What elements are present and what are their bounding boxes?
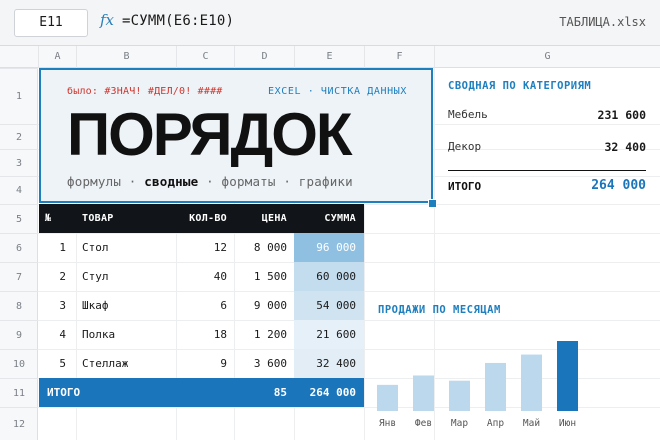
header-sum[interactable]: СУММА bbox=[324, 204, 356, 233]
row-number: 3 bbox=[59, 299, 66, 312]
column-header-b[interactable]: B bbox=[76, 46, 176, 68]
column-header-a[interactable]: A bbox=[38, 46, 76, 68]
chart-tick-label: Янв bbox=[379, 418, 396, 429]
error-codes: было: #ЗНАЧ! #ДЕЛ/0! #### bbox=[67, 86, 223, 97]
column-header-c[interactable]: C bbox=[176, 46, 234, 68]
chart-title: ПРОДАЖИ ПО МЕСЯЦАМ bbox=[378, 304, 501, 316]
chart-bar-Янв[interactable] bbox=[377, 384, 398, 411]
column-header-f[interactable]: F bbox=[364, 46, 434, 68]
table-row[interactable]: 1 Стол 12 8 000 96 000 bbox=[39, 233, 364, 262]
formula-input[interactable]: =СУММ(E6:E10) bbox=[122, 13, 234, 29]
item-price: 1 200 bbox=[253, 328, 287, 341]
item-name: Стол bbox=[82, 241, 109, 254]
item-qty: 12 bbox=[213, 241, 227, 254]
item-name: Полка bbox=[82, 328, 116, 341]
row-header-5[interactable]: 5 bbox=[0, 204, 38, 233]
chart-tick-label: Июн bbox=[559, 418, 576, 429]
row-header-6[interactable]: 6 bbox=[0, 233, 38, 262]
row-number: 4 bbox=[59, 328, 66, 341]
header-qty[interactable]: КОЛ-ВО bbox=[189, 204, 227, 233]
header-price[interactable]: ЦЕНА bbox=[262, 204, 287, 233]
chart-bar-Июн[interactable] bbox=[557, 341, 578, 411]
header-number[interactable]: № bbox=[45, 204, 51, 233]
row-header-11[interactable]: 11 bbox=[0, 378, 38, 407]
chart-tick-label: Апр bbox=[487, 418, 504, 429]
item-price: 9 000 bbox=[253, 299, 287, 312]
pivot-label-decor: Декор bbox=[448, 140, 482, 153]
item-price: 3 600 bbox=[253, 357, 287, 370]
item-price: 1 500 bbox=[253, 270, 287, 283]
name-box[interactable]: E11 bbox=[14, 9, 88, 37]
fill-handle[interactable] bbox=[428, 199, 437, 208]
item-qty: 9 bbox=[220, 357, 227, 370]
total-label: ИТОГО bbox=[47, 386, 81, 399]
row-number: 5 bbox=[59, 357, 66, 370]
item-qty: 18 bbox=[213, 328, 227, 341]
pivot-title: СВОДНАЯ ПО КАТЕГОРИЯМ bbox=[448, 80, 592, 92]
pivot-divider bbox=[448, 170, 646, 171]
row-header-12[interactable]: 12 bbox=[0, 407, 38, 440]
pivot-total-label: ИТОГО bbox=[448, 180, 482, 193]
header-item[interactable]: ТОВАР bbox=[82, 204, 114, 233]
sales-chart[interactable]: Янв Фев Мар Апр Май Июн bbox=[368, 318, 660, 440]
total-qty: 85 bbox=[273, 386, 287, 399]
item-sum: 21 600 bbox=[316, 328, 356, 341]
item-qty: 6 bbox=[220, 299, 227, 312]
item-name: Шкаф bbox=[82, 299, 109, 312]
hero-card[interactable]: было: #ЗНАЧ! #ДЕЛ/0! #### EXCEL · ЧИСТКА… bbox=[39, 68, 433, 203]
row-header-8[interactable]: 8 bbox=[0, 291, 38, 320]
column-header-d[interactable]: D bbox=[234, 46, 294, 68]
row-header-4[interactable]: 4 bbox=[0, 176, 38, 204]
chart-bar-Мар[interactable] bbox=[449, 380, 470, 411]
row-number: 2 bbox=[59, 270, 66, 283]
table-header: № ТОВАР КОЛ-ВО ЦЕНА СУММА bbox=[39, 204, 364, 233]
row-number: 1 bbox=[59, 241, 66, 254]
pivot-value-decor[interactable]: 32 400 bbox=[604, 140, 646, 154]
item-name: Стул bbox=[82, 270, 109, 283]
subtitle-highlight: сводные bbox=[144, 174, 199, 189]
chart-tick-label: Мар bbox=[451, 418, 468, 429]
hero-tagline: EXCEL · ЧИСТКА ДАННЫХ bbox=[267, 86, 407, 97]
item-sum: 96 000 bbox=[316, 241, 356, 254]
row-header-10[interactable]: 10 bbox=[0, 349, 38, 378]
row-header-2[interactable]: 2 bbox=[0, 124, 38, 149]
table-row[interactable]: 5 Стеллаж 9 3 600 32 400 bbox=[39, 349, 364, 378]
row-header-7[interactable]: 7 bbox=[0, 262, 38, 291]
chart-tick-label: Май bbox=[523, 418, 540, 429]
column-header-e[interactable]: E bbox=[294, 46, 364, 68]
pivot-label-furniture: Мебель bbox=[448, 108, 488, 121]
table-row[interactable]: 4 Полка 18 1 200 21 600 bbox=[39, 320, 364, 349]
pivot-value-furniture[interactable]: 231 600 bbox=[598, 108, 646, 122]
column-header-g[interactable]: G bbox=[434, 46, 660, 68]
chart-bar-Апр[interactable] bbox=[485, 362, 506, 411]
hero-title: ПОРЯДОК bbox=[67, 101, 352, 168]
subtitle-part: формулы · bbox=[67, 174, 145, 189]
chart-tick-label: Фев bbox=[415, 418, 432, 429]
pivot-total-value[interactable]: 264 000 bbox=[591, 178, 646, 193]
item-price: 8 000 bbox=[253, 241, 287, 254]
item-name: Стеллаж bbox=[82, 357, 129, 370]
column-headers: A B C D E F G bbox=[0, 46, 660, 68]
chart-bar-Фев[interactable] bbox=[413, 375, 434, 411]
table-row[interactable]: 2 Стул 40 1 500 60 000 bbox=[39, 262, 364, 291]
fx-icon[interactable]: fx bbox=[100, 11, 114, 29]
item-sum: 32 400 bbox=[316, 357, 356, 370]
item-sum: 60 000 bbox=[316, 270, 356, 283]
subtitle-part: · форматы · графики bbox=[198, 174, 353, 189]
hero-subtitle: формулы · сводные · форматы · графики bbox=[67, 174, 353, 189]
total-sum[interactable]: 264 000 bbox=[310, 378, 356, 407]
file-name: ТАБЛИЦА.xlsx bbox=[559, 15, 646, 29]
total-row[interactable]: ИТОГО 85 264 000 bbox=[39, 378, 364, 407]
row-header-9[interactable]: 9 bbox=[0, 320, 38, 349]
item-sum: 54 000 bbox=[316, 299, 356, 312]
chart-bar-Май[interactable] bbox=[521, 354, 542, 411]
formula-bar: E11 fx =СУММ(E6:E10) ТАБЛИЦА.xlsx bbox=[0, 0, 660, 46]
row-header-1[interactable]: 1 bbox=[0, 68, 38, 124]
row-headers: 1 2 3 4 5 6 7 8 9 10 11 12 bbox=[0, 68, 38, 440]
table-row[interactable]: 3 Шкаф 6 9 000 54 000 bbox=[39, 291, 364, 320]
item-qty: 40 bbox=[213, 270, 227, 283]
row-header-3[interactable]: 3 bbox=[0, 149, 38, 176]
